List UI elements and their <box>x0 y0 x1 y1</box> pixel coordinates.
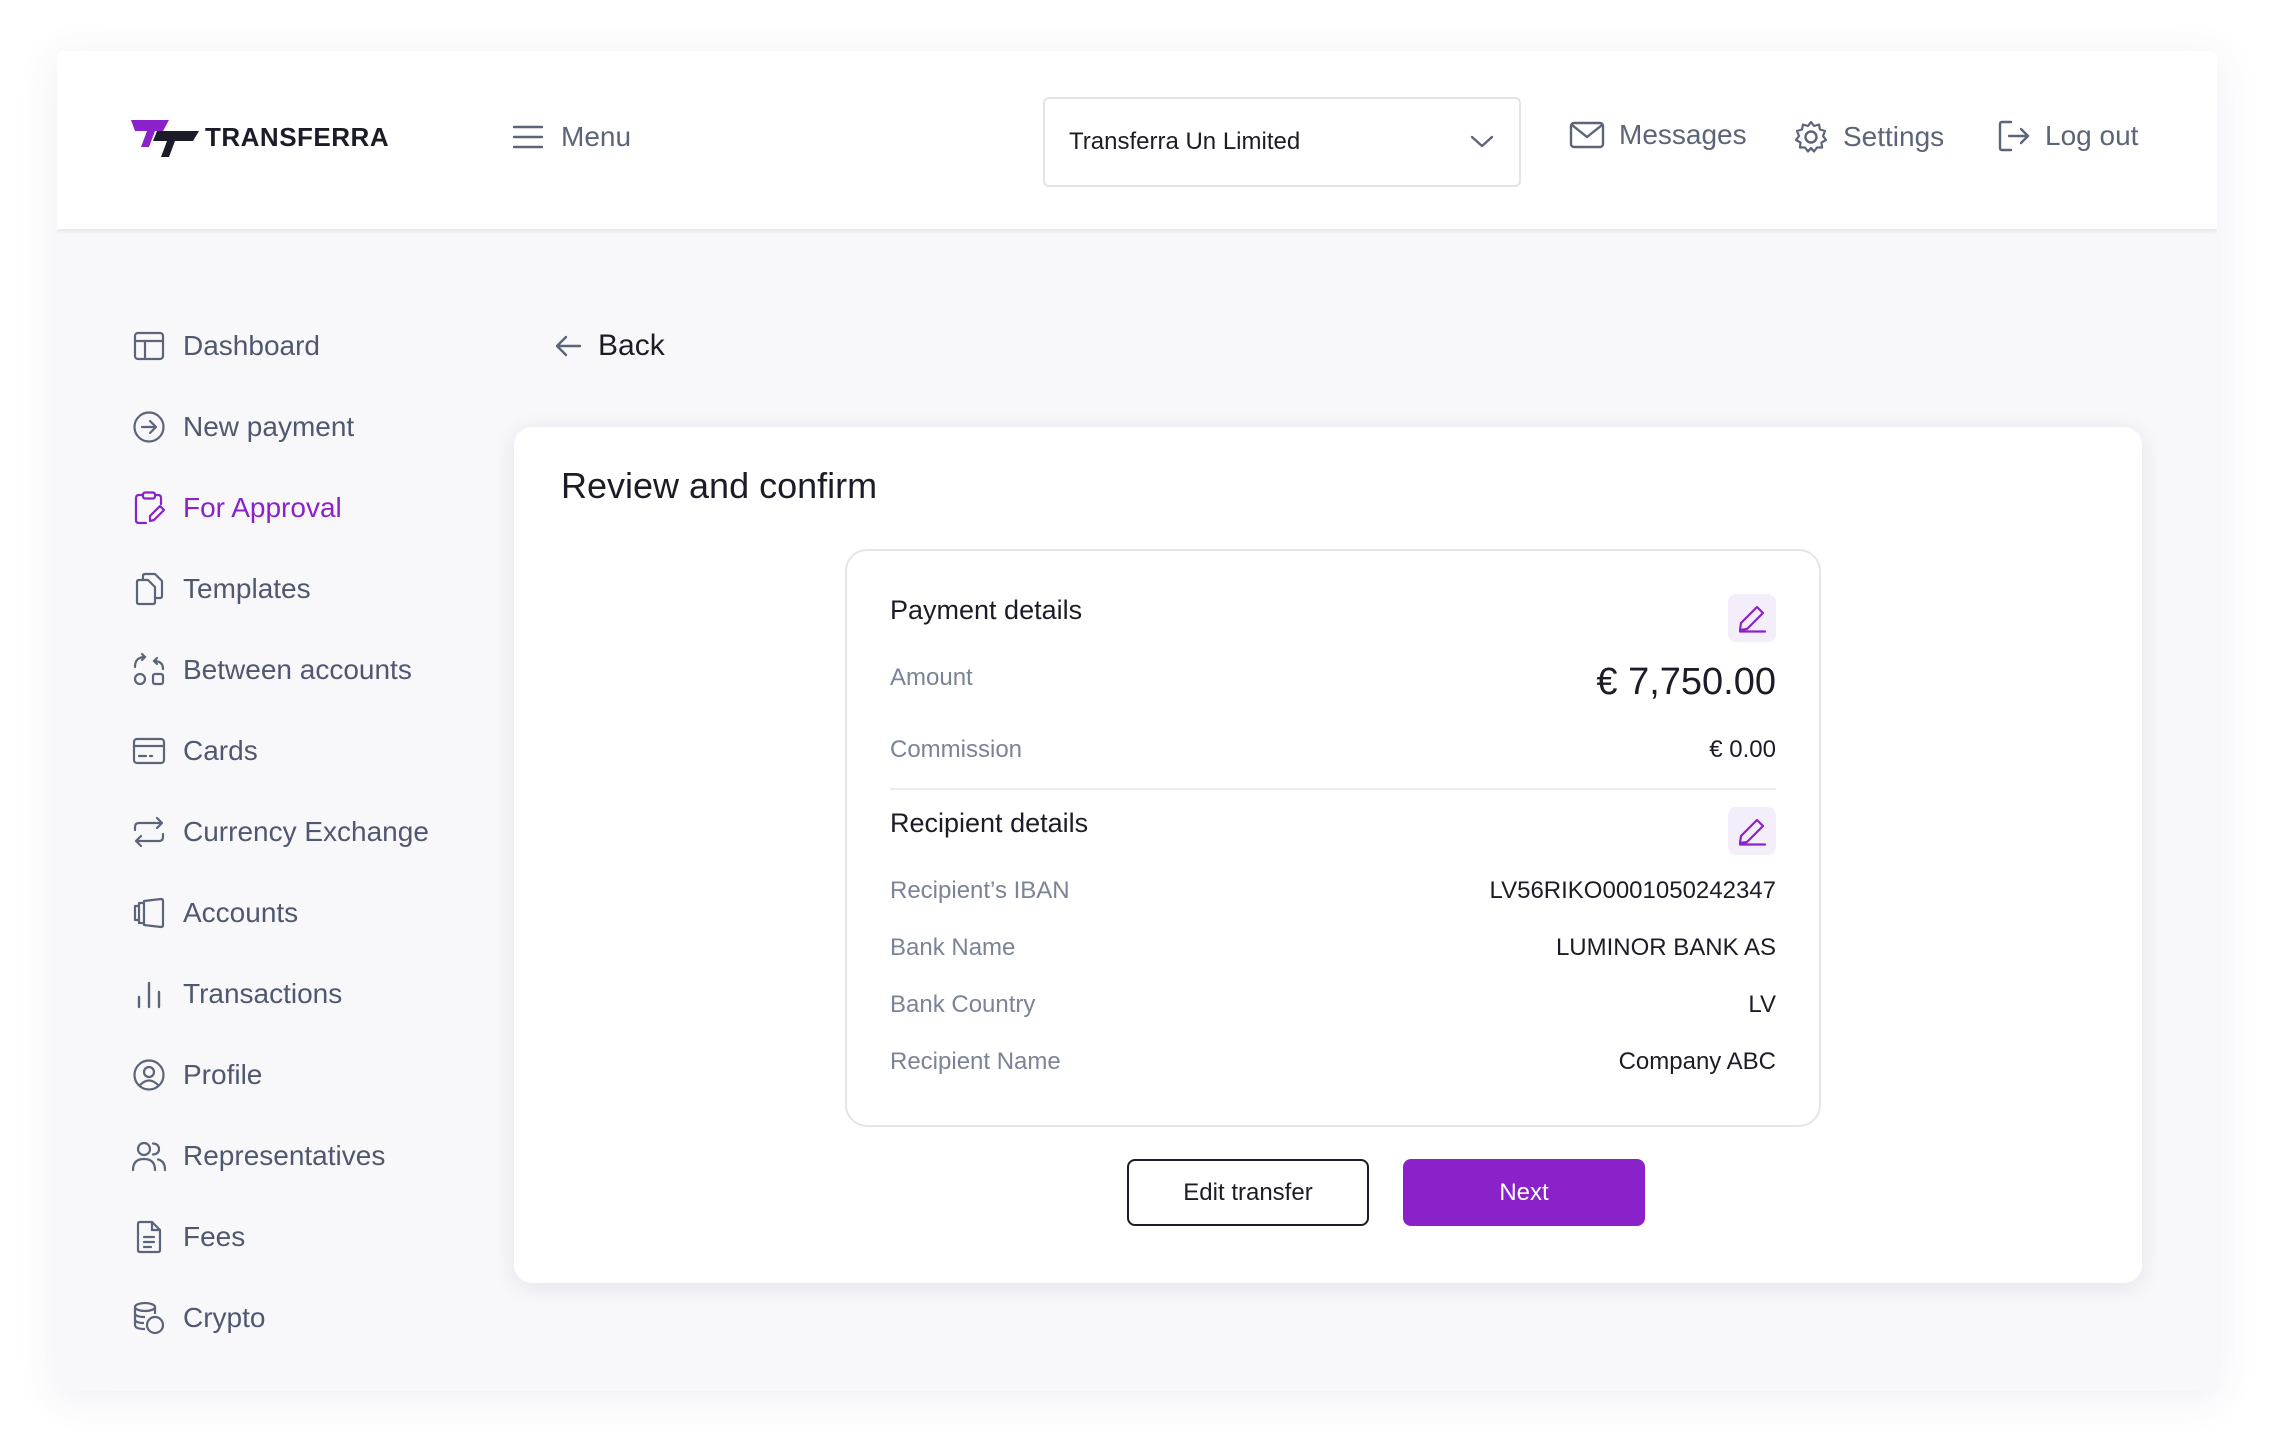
sidebar-item-cards[interactable]: Cards <box>131 710 461 791</box>
amount-label: Amount <box>890 664 973 691</box>
sidebar-item-label: Accounts <box>183 896 299 928</box>
sidebar-item-label: Transactions <box>183 977 343 1009</box>
pencil-icon <box>1738 818 1767 846</box>
brand-logo[interactable]: TRANSFERRA <box>131 117 389 157</box>
bars-icon <box>131 976 167 1012</box>
sidebar-item-label: Between accounts <box>183 653 412 685</box>
bank-country-value: LV <box>1748 991 1776 1018</box>
arrow-circle-icon <box>131 409 167 445</box>
amount-value: € 7,750.00 <box>1596 661 1776 703</box>
menu-label: Menu <box>561 121 632 152</box>
page-title: Review and confirm <box>561 465 878 506</box>
sidebar-item-profile[interactable]: Profile <box>131 1034 461 1115</box>
sidebar-item-label: Currency Exchange <box>183 815 429 847</box>
chevron-down-icon <box>1470 135 1494 148</box>
recipient-name-label: Recipient Name <box>890 1048 1061 1075</box>
user-circle-icon <box>131 1057 167 1093</box>
edit-transfer-button[interactable]: Edit transfer <box>1127 1159 1369 1226</box>
bank-country-label: Bank Country <box>890 991 1036 1018</box>
payment-details-title: Payment details <box>890 595 1083 625</box>
sidebar-item-label: Cards <box>183 734 258 766</box>
app-window: TRANSFERRA Menu Transferra Un Limited Me… <box>57 51 2217 1391</box>
pencil-icon <box>1738 605 1767 633</box>
company-select-value: Transferra Un Limited <box>1069 128 1301 155</box>
menu-button[interactable]: Menu <box>513 121 631 153</box>
layout-icon <box>131 328 167 364</box>
commission-label: Commission <box>890 736 1023 763</box>
arrow-left-icon <box>555 335 582 357</box>
back-label: Back <box>598 329 665 362</box>
bank-name-label: Bank Name <box>890 934 1016 961</box>
review-card: Review and confirm Payment details Amoun… <box>514 427 2142 1283</box>
sidebar-item-currency-exchange[interactable]: Currency Exchange <box>131 791 461 872</box>
brand-name: TRANSFERRA <box>205 121 390 152</box>
settings-label: Settings <box>1843 121 1945 152</box>
gear-icon <box>1794 120 1828 153</box>
sidebar-item-label: For Approval <box>183 491 342 523</box>
edit-recipient-button[interactable] <box>1728 807 1776 855</box>
transferra-logo-icon <box>131 120 199 157</box>
coins-icon <box>131 1300 167 1336</box>
logout-link[interactable]: Log out <box>1997 119 2138 153</box>
sidebar-item-transactions[interactable]: Transactions <box>131 953 461 1034</box>
sidebar-item-label: Profile <box>183 1058 263 1090</box>
bank-name-value: LUMINOR BANK AS <box>1555 934 1776 961</box>
copy-icon <box>131 571 167 607</box>
wallet-icon <box>131 895 167 931</box>
logout-label: Log out <box>2045 120 2139 151</box>
top-header: TRANSFERRA Menu Transferra Un Limited Me… <box>57 51 2217 229</box>
messages-link[interactable]: Messages <box>1569 119 1747 151</box>
recipient-name-value: Company ABC <box>1618 1048 1776 1075</box>
messages-label: Messages <box>1619 119 1747 150</box>
commission-value: € 0.00 <box>1709 736 1776 763</box>
sidebar-item-label: Crypto <box>183 1301 266 1333</box>
details-panel: Payment details Amount € 7,750.00 Commis… <box>845 549 1821 1127</box>
sidebar-item-label: Templates <box>183 572 311 604</box>
users-icon <box>131 1138 167 1174</box>
sidebar-item-new-payment[interactable]: New payment <box>131 386 461 467</box>
sidebar-item-accounts[interactable]: Accounts <box>131 872 461 953</box>
settings-link[interactable]: Settings <box>1793 119 1944 155</box>
sidebar-item-label: Representatives <box>183 1139 386 1171</box>
sidebar-item-between-accounts[interactable]: Between accounts <box>131 629 461 710</box>
edit-payment-button[interactable] <box>1728 594 1776 642</box>
sidebar-item-for-approval[interactable]: For Approval <box>131 467 461 548</box>
card-icon <box>131 733 167 769</box>
repeat-icon <box>131 814 167 850</box>
sidebar-item-templates[interactable]: Templates <box>131 548 461 629</box>
sidebar-item-crypto[interactable]: Crypto <box>131 1277 461 1358</box>
sidebar-nav: Dashboard New payment For Approval Templ… <box>131 305 461 1358</box>
sidebar-item-label: Fees <box>183 1220 246 1252</box>
company-select[interactable]: Transferra Un Limited <box>1043 97 1521 187</box>
sidebar-item-label: New payment <box>183 410 355 442</box>
mail-icon <box>1569 121 1605 149</box>
logout-icon <box>1998 120 2030 152</box>
sidebar-item-fees[interactable]: Fees <box>131 1196 461 1277</box>
section-divider <box>890 788 1776 790</box>
back-link[interactable]: Back <box>554 329 665 363</box>
iban-value: LV56RIKO0001050242347 <box>1489 877 1776 904</box>
next-button[interactable]: Next <box>1403 1159 1645 1226</box>
iban-label: Recipient’s IBAN <box>890 877 1070 904</box>
sidebar-item-dashboard[interactable]: Dashboard <box>131 305 461 386</box>
sidebar-item-representatives[interactable]: Representatives <box>131 1115 461 1196</box>
transfer-icon <box>131 652 167 688</box>
recipient-details-title: Recipient details <box>890 808 1089 838</box>
document-icon <box>131 1219 167 1255</box>
sidebar-item-label: Dashboard <box>183 329 320 361</box>
clipboard-edit-icon <box>131 490 167 526</box>
hamburger-icon <box>513 125 543 149</box>
